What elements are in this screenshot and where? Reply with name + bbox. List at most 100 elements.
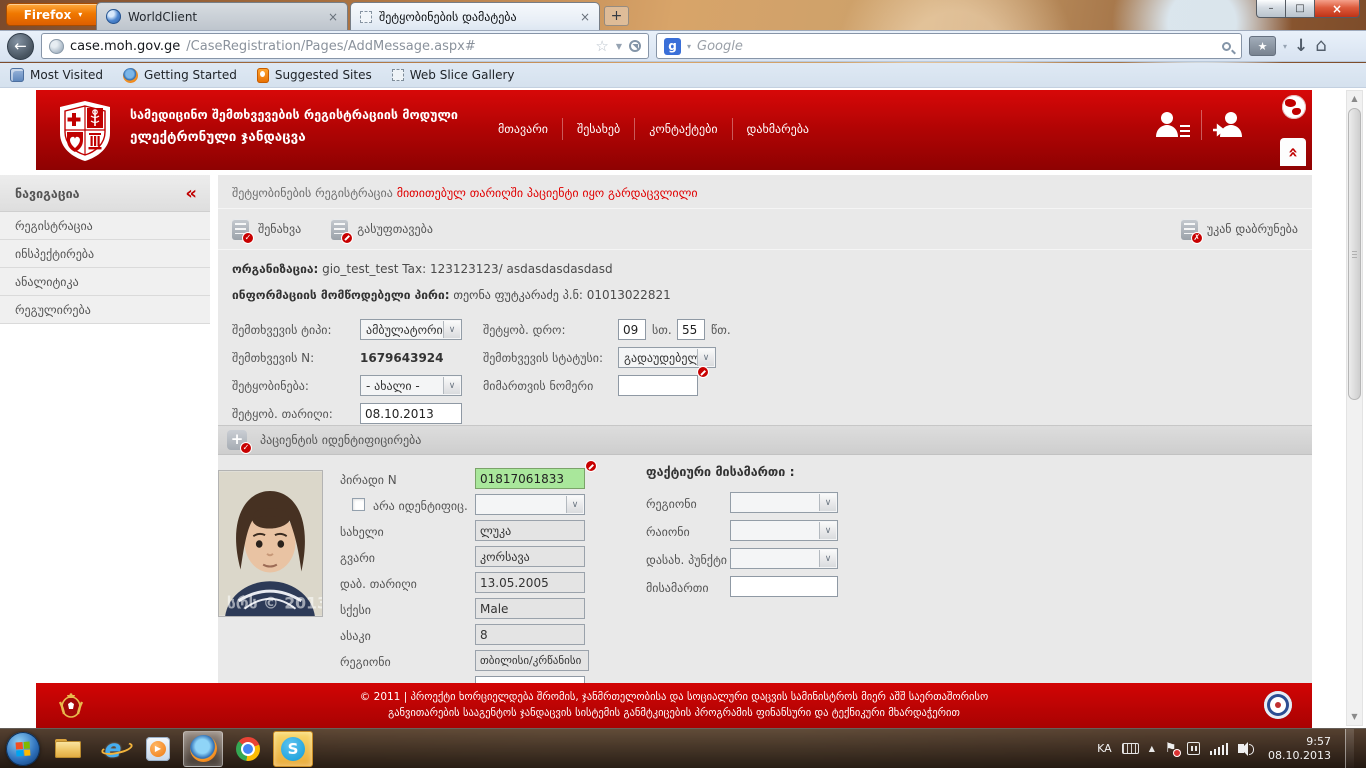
address-region-select[interactable]	[730, 492, 838, 513]
go-back-button[interactable]: უკან დაბრუნება	[1181, 219, 1298, 240]
nav-home[interactable]: მთავარი	[484, 118, 562, 140]
sidebar-collapse-icon[interactable]	[185, 183, 195, 204]
language-indicator[interactable]: KA	[1097, 742, 1112, 755]
personal-number-row: პირადი N	[340, 468, 640, 494]
reload-icon[interactable]	[629, 40, 641, 52]
document-type-select[interactable]	[475, 494, 585, 515]
address-settlement-select[interactable]	[730, 548, 838, 569]
case-status-select[interactable]: გადაუდებელი	[618, 347, 716, 368]
search-engine-dropdown-icon[interactable]	[687, 42, 691, 51]
referral-number-input[interactable]	[618, 375, 698, 396]
nav-contacts[interactable]: კონტაქტები	[634, 118, 731, 140]
scrollbar-thumb[interactable]	[1348, 108, 1361, 400]
bookmarks-dropdown-icon[interactable]	[1283, 42, 1287, 51]
bookmark-getting-started[interactable]: Getting Started	[123, 68, 237, 83]
tab-add-message[interactable]: შეტყობინების დამატება	[350, 2, 600, 30]
tab-title: შეტყობინების დამატება	[379, 10, 517, 24]
close-button[interactable]	[1314, 0, 1360, 18]
minute-input[interactable]	[677, 319, 705, 340]
search-bar[interactable]: g	[656, 33, 1242, 59]
back-button[interactable]	[7, 33, 34, 60]
vertical-scrollbar[interactable]	[1346, 90, 1363, 726]
sidebar: ნავიგაცია რეგისტრაცია ინსპექტირება ანალი…	[0, 175, 210, 324]
scroll-down-arrow[interactable]	[1347, 709, 1362, 725]
close-tab-icon[interactable]	[580, 11, 590, 23]
message-select[interactable]: - ახალი -	[360, 375, 462, 396]
clear-button[interactable]: გასუფთავება	[331, 219, 433, 240]
add-patient-icon[interactable]	[227, 430, 247, 450]
nav-about[interactable]: შესახებ	[562, 118, 634, 140]
url-bar[interactable]: case.moh.gov.ge /CaseRegistration/Pages/…	[41, 33, 649, 59]
close-tab-icon[interactable]	[328, 11, 338, 23]
chevron-down-icon[interactable]	[697, 349, 714, 366]
keyboard-icon[interactable]	[1122, 743, 1139, 754]
chevron-down-icon[interactable]	[443, 377, 460, 394]
network-icon[interactable]	[1210, 743, 1229, 755]
taskbar-internet-explorer[interactable]: e	[93, 731, 133, 767]
address-district-select[interactable]	[730, 520, 838, 541]
case-type-select[interactable]: ამბულატორია	[360, 319, 462, 340]
clock[interactable]: 9:57 08.10.2013	[1268, 735, 1331, 763]
chevron-down-icon[interactable]	[819, 550, 836, 567]
new-tab-button[interactable]: +	[604, 6, 629, 26]
browser-toolbar: case.moh.gov.ge /CaseRegistration/Pages/…	[0, 30, 1366, 62]
show-desktop-button[interactable]	[1345, 729, 1354, 768]
minimize-button[interactable]	[1256, 0, 1286, 18]
downloads-icon[interactable]	[1294, 38, 1308, 55]
sidebar-item-regulation[interactable]: რეგულირება	[0, 296, 210, 324]
language-globe-icon[interactable]	[1282, 95, 1306, 119]
name-row: სახელი	[340, 520, 640, 546]
taskbar-firefox[interactable]	[183, 731, 223, 767]
bookmarks-menu-button[interactable]	[1249, 36, 1276, 56]
message-date-input[interactable]	[360, 403, 462, 424]
power-icon[interactable]	[1187, 742, 1200, 755]
site-title-line2: ელექტრონული ჯანდაცვა	[130, 129, 458, 145]
page-title-row: შეტყობინების რეგისტრაცია მითითებულ თარიღ…	[218, 175, 1312, 208]
taskbar-chrome[interactable]	[228, 731, 268, 767]
start-button[interactable]	[6, 732, 40, 766]
chevron-down-icon[interactable]	[566, 496, 583, 513]
site-identity-icon[interactable]	[49, 39, 64, 54]
tab-worldclient[interactable]: WorldClient	[96, 2, 348, 30]
logout-icon[interactable]	[1212, 110, 1246, 140]
scroll-up-arrow[interactable]	[1347, 91, 1362, 107]
save-button[interactable]: შენახვა	[232, 219, 301, 240]
chevron-down-icon[interactable]	[819, 522, 836, 539]
window-titlebar[interactable]: Firefox WorldClient შეტყობინების დამატებ…	[0, 0, 1366, 30]
home-icon[interactable]	[1315, 37, 1326, 55]
firefox-menu-button[interactable]: Firefox	[6, 3, 100, 26]
maximize-button[interactable]	[1285, 0, 1315, 18]
not-identified-checkbox[interactable]	[352, 498, 365, 511]
url-dropdown-icon[interactable]	[616, 42, 622, 51]
sidebar-item-registration[interactable]: რეგისტრაცია	[0, 212, 210, 240]
referral-lookup-button[interactable]	[704, 374, 720, 393]
search-input[interactable]	[697, 39, 1216, 54]
bookmark-web-slice-gallery[interactable]: Web Slice Gallery	[392, 68, 515, 82]
google-icon[interactable]: g	[664, 38, 681, 55]
worldclient-favicon	[106, 9, 121, 24]
bookmark-star-icon[interactable]	[595, 37, 608, 55]
sidebar-item-inspection[interactable]: ინსპექტირება	[0, 240, 210, 268]
ministry-shield-logo	[58, 100, 112, 162]
collapse-header-button[interactable]	[1280, 138, 1306, 166]
taskbar-explorer[interactable]	[48, 731, 88, 767]
region-label: რეგიონი	[340, 655, 391, 669]
bookmark-suggested-sites[interactable]: Suggested Sites	[257, 68, 372, 83]
sidebar-item-analytics[interactable]: ანალიტიკა	[0, 268, 210, 296]
chevron-down-icon[interactable]	[819, 494, 836, 511]
action-center-icon[interactable]	[1165, 742, 1177, 755]
hidden-icons-arrow[interactable]	[1149, 744, 1155, 753]
nav-help[interactable]: დახმარება	[732, 118, 824, 140]
bookmark-most-visited[interactable]: Most Visited	[10, 68, 103, 82]
clipped-input[interactable]	[475, 676, 585, 683]
personal-number-lookup-button[interactable]	[592, 468, 608, 487]
search-icon[interactable]	[1222, 42, 1231, 51]
hour-input[interactable]	[618, 319, 646, 340]
chevron-down-icon[interactable]	[443, 321, 460, 338]
personal-number-input[interactable]	[475, 468, 585, 489]
taskbar-skype[interactable]: S	[273, 731, 313, 767]
taskbar-media-player[interactable]	[138, 731, 178, 767]
address-text-input[interactable]	[730, 576, 838, 597]
volume-icon[interactable]	[1238, 744, 1244, 753]
user-profile-icon[interactable]	[1155, 110, 1191, 140]
